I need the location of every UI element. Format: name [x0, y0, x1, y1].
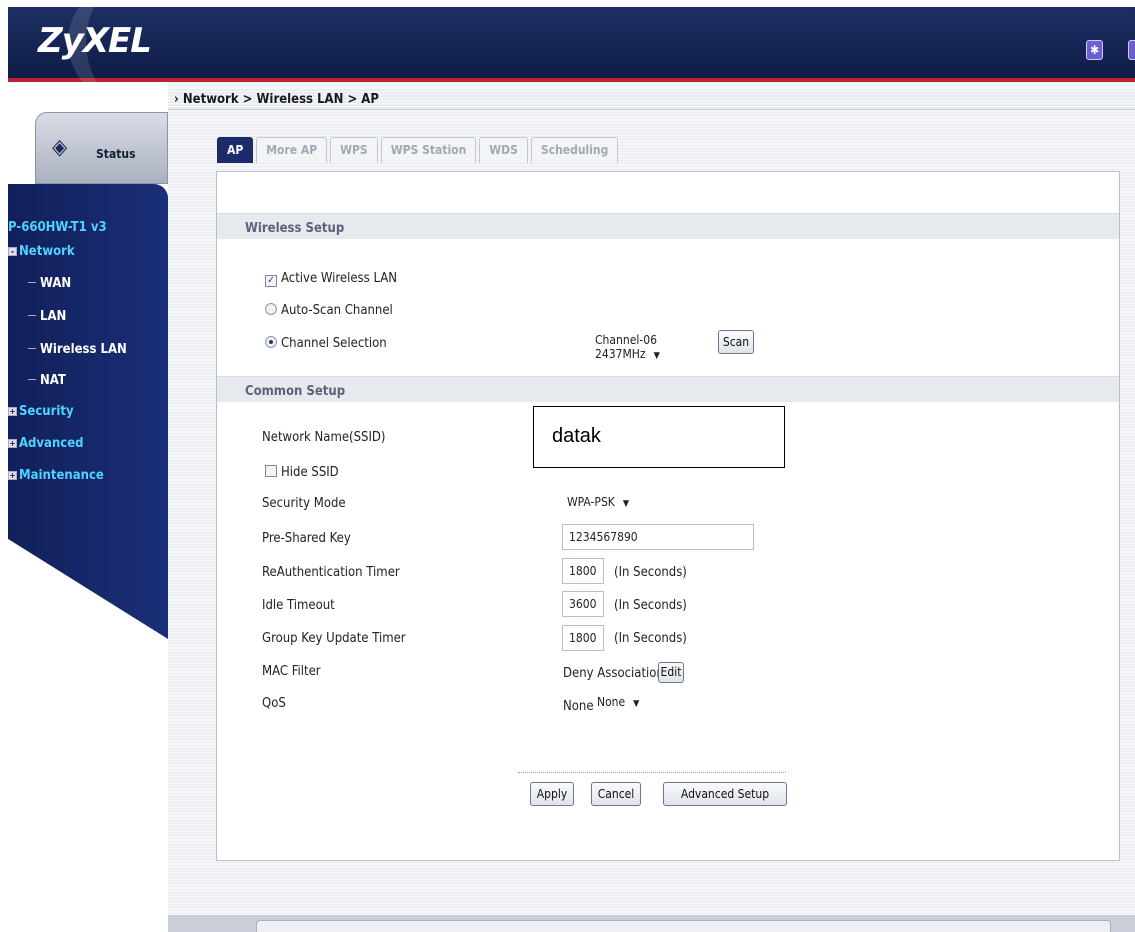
- sidebar-item-nat[interactable]: NAT: [28, 373, 66, 388]
- sidebar-item-network[interactable]: - Network: [8, 244, 75, 259]
- tab-wps-station[interactable]: WPS Station: [380, 137, 477, 163]
- psk-label: Pre-Shared Key: [262, 531, 351, 546]
- reauth-timer-label: ReAuthentication Timer: [262, 565, 400, 580]
- psk-input[interactable]: 1234567890: [562, 524, 754, 550]
- radio-selected-icon: [265, 336, 277, 348]
- wizard-icon[interactable]: ✱: [1086, 40, 1103, 60]
- tab-more-ap[interactable]: More AP: [256, 137, 328, 163]
- dropdown-arrow-icon: ▼: [633, 699, 640, 709]
- channel-selection-radio[interactable]: Channel Selection: [265, 336, 387, 351]
- advanced-setup-button[interactable]: Advanced Setup: [663, 782, 787, 806]
- actions-separator: [518, 772, 786, 773]
- sidebar-item-lan[interactable]: LAN: [28, 309, 66, 324]
- ssid-input[interactable]: datak: [533, 406, 785, 468]
- security-mode-label: Security Mode: [262, 496, 346, 511]
- active-wireless-lan-checkbox[interactable]: ✓ Active Wireless LAN: [265, 271, 397, 287]
- sidebar-item-wan[interactable]: WAN: [28, 276, 71, 291]
- tab-wds[interactable]: WDS: [479, 137, 528, 163]
- group-key-timer-label: Group Key Update Timer: [262, 631, 406, 646]
- dropdown-arrow-icon: ▼: [653, 351, 660, 361]
- qos-label: QoS: [262, 696, 286, 711]
- cancel-button[interactable]: Cancel: [591, 782, 641, 806]
- status-icon: ◈: [52, 135, 68, 160]
- expand-icon: +: [8, 439, 17, 448]
- qos-value: None: [563, 699, 594, 714]
- radio-unselected-icon: [265, 303, 277, 315]
- qos-select[interactable]: None ▼: [593, 692, 651, 714]
- logout-icon[interactable]: [1128, 40, 1135, 60]
- security-mode-select[interactable]: WPA-PSK ▼: [563, 492, 635, 514]
- collapse-icon: -: [8, 247, 17, 256]
- dropdown-arrow-icon: ▼: [622, 499, 630, 509]
- mac-filter-edit-button[interactable]: Edit: [658, 662, 684, 683]
- reauth-unit: (In Seconds): [614, 565, 687, 580]
- expand-icon: +: [8, 471, 17, 480]
- sidebar-item-wireless-lan[interactable]: Wireless LAN: [28, 342, 127, 357]
- tab-wps[interactable]: WPS: [330, 137, 378, 163]
- group-key-unit: (In Seconds): [614, 631, 687, 646]
- sidebar-item-security[interactable]: + Security: [8, 404, 74, 419]
- wireless-setup-header: Wireless Setup: [217, 213, 1119, 239]
- tab-strip: AP More AP WPS WPS Station WDS Schedulin…: [217, 137, 619, 163]
- apply-button[interactable]: Apply: [530, 782, 574, 806]
- checkbox-unchecked-icon: [265, 465, 277, 477]
- scan-button[interactable]: Scan: [718, 330, 754, 354]
- status-bar-field: [256, 920, 1111, 932]
- ssid-label: Network Name(SSID): [262, 430, 386, 445]
- channel-select[interactable]: Channel-06 2437MHz ▼: [591, 330, 711, 361]
- auto-scan-channel-radio[interactable]: Auto-Scan Channel: [265, 303, 393, 318]
- top-header: ZyXEL ✱: [8, 7, 1135, 82]
- zyxel-logo: ZyXEL: [38, 21, 152, 61]
- hide-ssid-checkbox[interactable]: Hide SSID: [265, 465, 339, 480]
- expand-icon: +: [8, 407, 17, 416]
- tab-scheduling[interactable]: Scheduling: [530, 137, 619, 163]
- mac-filter-label: MAC Filter: [262, 664, 321, 679]
- group-key-timer-input[interactable]: 1800: [562, 625, 604, 651]
- tab-ap[interactable]: AP: [217, 137, 254, 163]
- sidebar-item-advanced[interactable]: + Advanced: [8, 436, 84, 451]
- status-tab[interactable]: ◈ Status: [35, 112, 168, 184]
- mac-filter-value: Deny Association: [563, 666, 664, 681]
- idle-unit: (In Seconds): [614, 598, 687, 613]
- idle-timeout-input[interactable]: 3600: [562, 591, 604, 617]
- checkbox-checked-icon: ✓: [265, 275, 277, 287]
- idle-timeout-label: Idle Timeout: [262, 598, 335, 613]
- sidebar-item-maintenance[interactable]: + Maintenance: [8, 468, 104, 483]
- common-setup-header: Common Setup: [217, 376, 1119, 402]
- breadcrumb: › Network > Wireless LAN > AP: [174, 92, 379, 107]
- status-label: Status: [96, 147, 136, 161]
- reauth-timer-input[interactable]: 1800: [562, 558, 604, 584]
- device-model: P-660HW-T1 v3: [8, 220, 107, 235]
